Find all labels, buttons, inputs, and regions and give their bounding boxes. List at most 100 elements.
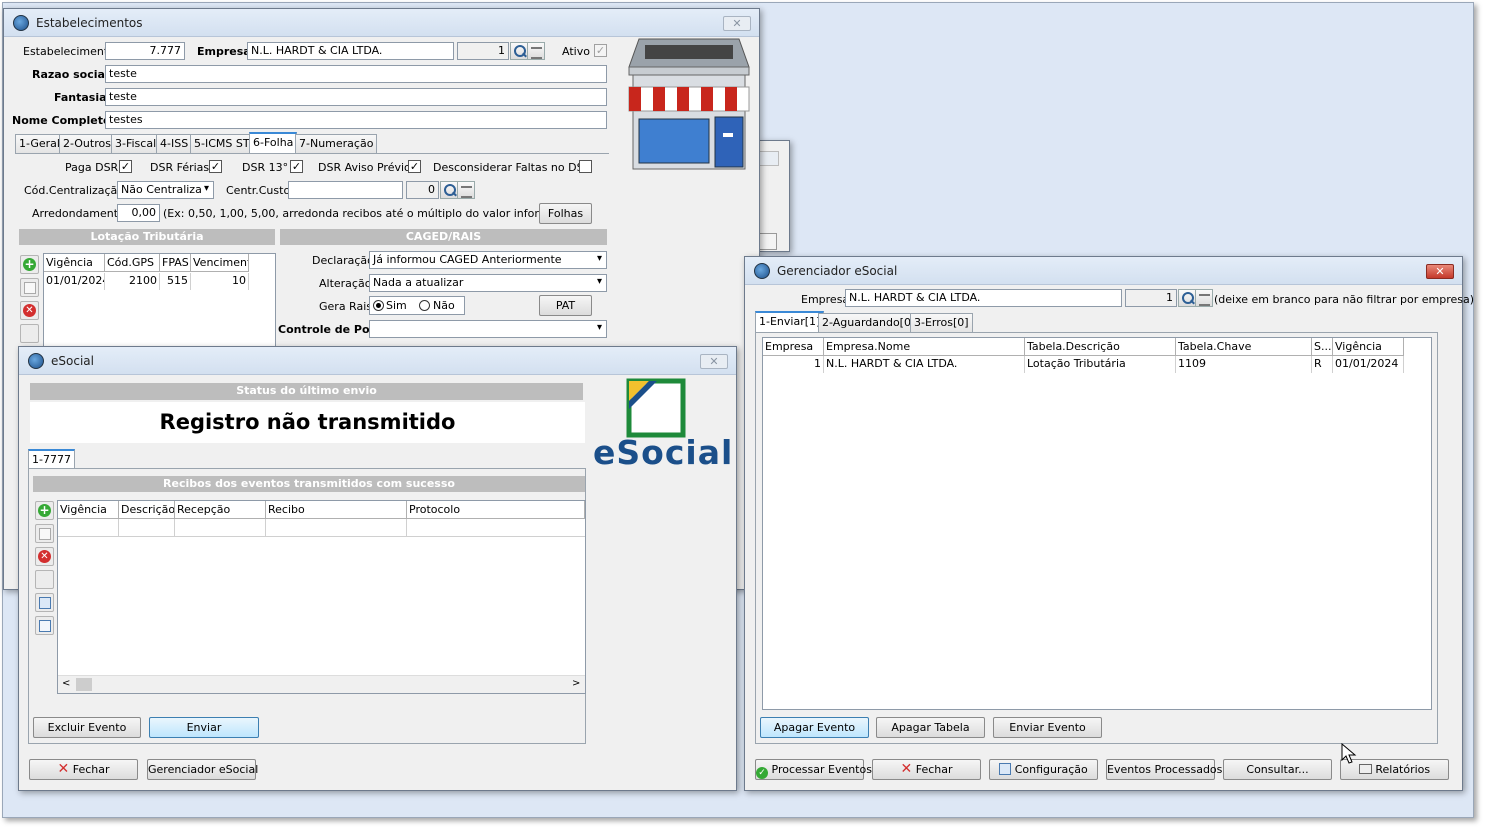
cell-empresa-nome[interactable]: N.L. HARDT & CIA LTDA. <box>824 356 1025 373</box>
close-button[interactable]: ✕ <box>700 354 728 369</box>
tab-iss[interactable]: 4-ISS <box>156 134 193 153</box>
tab-folha[interactable]: 6-Folha <box>249 132 298 153</box>
tab-fiscal[interactable]: 3-Fiscal <box>111 134 161 153</box>
configuracao-button[interactable]: Configuração <box>989 759 1098 780</box>
apagar-evento-button[interactable]: Apagar Evento <box>760 717 869 738</box>
horizontal-scrollbar[interactable]: < > <box>58 675 585 693</box>
pat-button[interactable]: PAT <box>539 295 592 316</box>
ativo-checkbox[interactable]: ✓ <box>594 44 607 57</box>
nome-completo-field[interactable]: testes <box>105 111 607 129</box>
cell-empresa[interactable]: 1 <box>763 356 824 373</box>
cell-vigencia[interactable]: 01/01/2024 <box>1333 356 1404 373</box>
cod-centralizacao-select[interactable]: Não Centraliza <box>117 181 214 199</box>
delete-icon[interactable]: ✕ <box>35 547 54 566</box>
tab-numeracao[interactable]: 7-Numeração <box>295 134 378 153</box>
search-icon[interactable] <box>1178 289 1196 307</box>
col-vigencia[interactable]: Vigência <box>44 254 105 272</box>
arredondamento-field[interactable]: 0,00 <box>117 204 160 222</box>
add-icon[interactable]: + <box>35 501 54 520</box>
estabelecimento-field[interactable]: 7.777 <box>105 42 185 60</box>
dsr-aviso-checkbox[interactable]: ✓ <box>408 160 421 173</box>
view-icon[interactable] <box>35 593 54 612</box>
col-tabela-chave[interactable]: Tabela.Chave <box>1176 338 1312 356</box>
cell-cod-gps[interactable]: 2100 <box>105 273 160 290</box>
enviar-button[interactable]: Enviar <box>149 717 259 738</box>
eventos-processados-button[interactable]: Eventos Processados <box>1106 759 1222 780</box>
col-protocolo[interactable]: Protocolo <box>407 501 585 519</box>
list-icon[interactable] <box>527 42 545 60</box>
excluir-evento-button[interactable]: Excluir Evento <box>33 717 141 738</box>
paga-dsr-checkbox[interactable]: ✓ <box>119 160 132 173</box>
cell-vigencia[interactable]: 01/01/2024 <box>44 273 105 290</box>
tab-erros[interactable]: 3-Erros[0] <box>910 313 973 332</box>
cell-fpas[interactable]: 515 <box>160 273 191 290</box>
scroll-left-icon[interactable]: < <box>62 678 70 689</box>
alteracao-select[interactable]: Nada a atualizar <box>369 274 607 292</box>
col-vigencia[interactable]: Vigência <box>1333 338 1404 356</box>
fantasia-field[interactable]: teste <box>105 88 607 106</box>
col-empresa-nome[interactable]: Empresa.Nome <box>824 338 1025 356</box>
col-vigencia[interactable]: Vigência <box>58 501 119 519</box>
declaracao-select[interactable]: Já informou CAGED Anteriormente <box>369 251 607 269</box>
scroll-thumb[interactable] <box>76 678 92 691</box>
col-tabela-descricao[interactable]: Tabela.Descrição <box>1025 338 1176 356</box>
desconsiderar-checkbox[interactable] <box>579 160 592 173</box>
cell-tabela-descricao[interactable]: Lotação Tributária <box>1025 356 1176 373</box>
empresa-name-field[interactable]: N.L. HARDT & CIA LTDA. <box>247 42 454 60</box>
estabelecimento-label: Estabelecimento <box>23 45 115 58</box>
empresa-name-field[interactable]: N.L. HARDT & CIA LTDA. <box>845 289 1122 307</box>
close-button[interactable]: ✕ <box>1426 264 1454 279</box>
col-recepcao[interactable]: Recepção <box>175 501 266 519</box>
cell-vencimento[interactable]: 10 <box>191 273 249 290</box>
fechar-button[interactable]: ✕ Fechar <box>872 759 981 780</box>
col-empresa[interactable]: Empresa <box>763 338 824 356</box>
col-recibo[interactable]: Recibo <box>266 501 407 519</box>
edit-icon[interactable] <box>20 278 39 297</box>
tab-7777[interactable]: 1-7777 <box>28 449 75 470</box>
enviar-evento-button[interactable]: Enviar Evento <box>993 717 1102 738</box>
cell-s[interactable]: R <box>1312 356 1333 373</box>
tab-outros[interactable]: 2-Outros <box>59 134 115 153</box>
tab-icms-st[interactable]: 5-ICMS ST <box>190 134 254 153</box>
col-s[interactable]: S... <box>1312 338 1333 356</box>
empty-row <box>58 519 585 537</box>
tab-geral[interactable]: 1-Geral <box>15 134 64 153</box>
esocial-titlebar: eSocial ✕ <box>19 347 736 375</box>
gerenciador-esocial-button[interactable]: Gerenciador eSocial <box>147 759 258 780</box>
tab-aguardando[interactable]: 2-Aguardando[0] <box>818 313 920 332</box>
col-vencimento[interactable]: Vencimento <box>191 254 249 272</box>
centr-custo-field[interactable] <box>288 181 403 199</box>
empresa-code-field[interactable]: 1 <box>1125 289 1177 307</box>
dsr-ferias-checkbox[interactable]: ✓ <box>209 160 222 173</box>
col-descricao[interactable]: Descrição <box>119 501 175 519</box>
folhas-button[interactable]: Folhas <box>539 203 592 224</box>
fechar-label: Fechar <box>915 763 953 776</box>
close-button[interactable]: ✕ <box>723 16 751 31</box>
sim-radio[interactable] <box>373 300 384 311</box>
tab-enviar[interactable]: 1-Enviar[1] <box>755 311 825 332</box>
list-icon[interactable] <box>1195 289 1213 307</box>
apagar-tabela-button[interactable]: Apagar Tabela <box>876 717 985 738</box>
add-icon[interactable]: + <box>20 255 39 274</box>
empresa-code-field[interactable]: 1 <box>457 42 509 60</box>
cell-tabela-chave[interactable]: 1109 <box>1176 356 1312 373</box>
export-icon[interactable] <box>35 616 54 635</box>
processar-eventos-button[interactable]: ✓ Processar Eventos <box>755 759 872 780</box>
controle-ponto-select[interactable] <box>369 320 607 338</box>
delete-icon[interactable]: ✕ <box>20 301 39 320</box>
col-cod-gps[interactable]: Cód.GPS <box>105 254 160 272</box>
fechar-button[interactable]: ✕ Fechar <box>29 759 138 780</box>
empty-tool-button[interactable] <box>20 324 39 343</box>
search-icon[interactable] <box>440 181 458 199</box>
empty-tool-button[interactable] <box>35 570 54 589</box>
razao-field[interactable]: teste <box>105 65 607 83</box>
consultar-button[interactable]: Consultar... <box>1223 759 1332 780</box>
search-icon[interactable] <box>510 42 528 60</box>
col-fpas[interactable]: FPAS <box>160 254 191 272</box>
centr-custo-code[interactable]: 0 <box>406 181 439 199</box>
dsr-13-checkbox[interactable]: ✓ <box>290 160 303 173</box>
list-icon[interactable] <box>457 181 475 199</box>
nao-radio[interactable] <box>419 300 430 311</box>
scroll-right-icon[interactable]: > <box>572 678 580 689</box>
edit-icon[interactable] <box>35 524 54 543</box>
